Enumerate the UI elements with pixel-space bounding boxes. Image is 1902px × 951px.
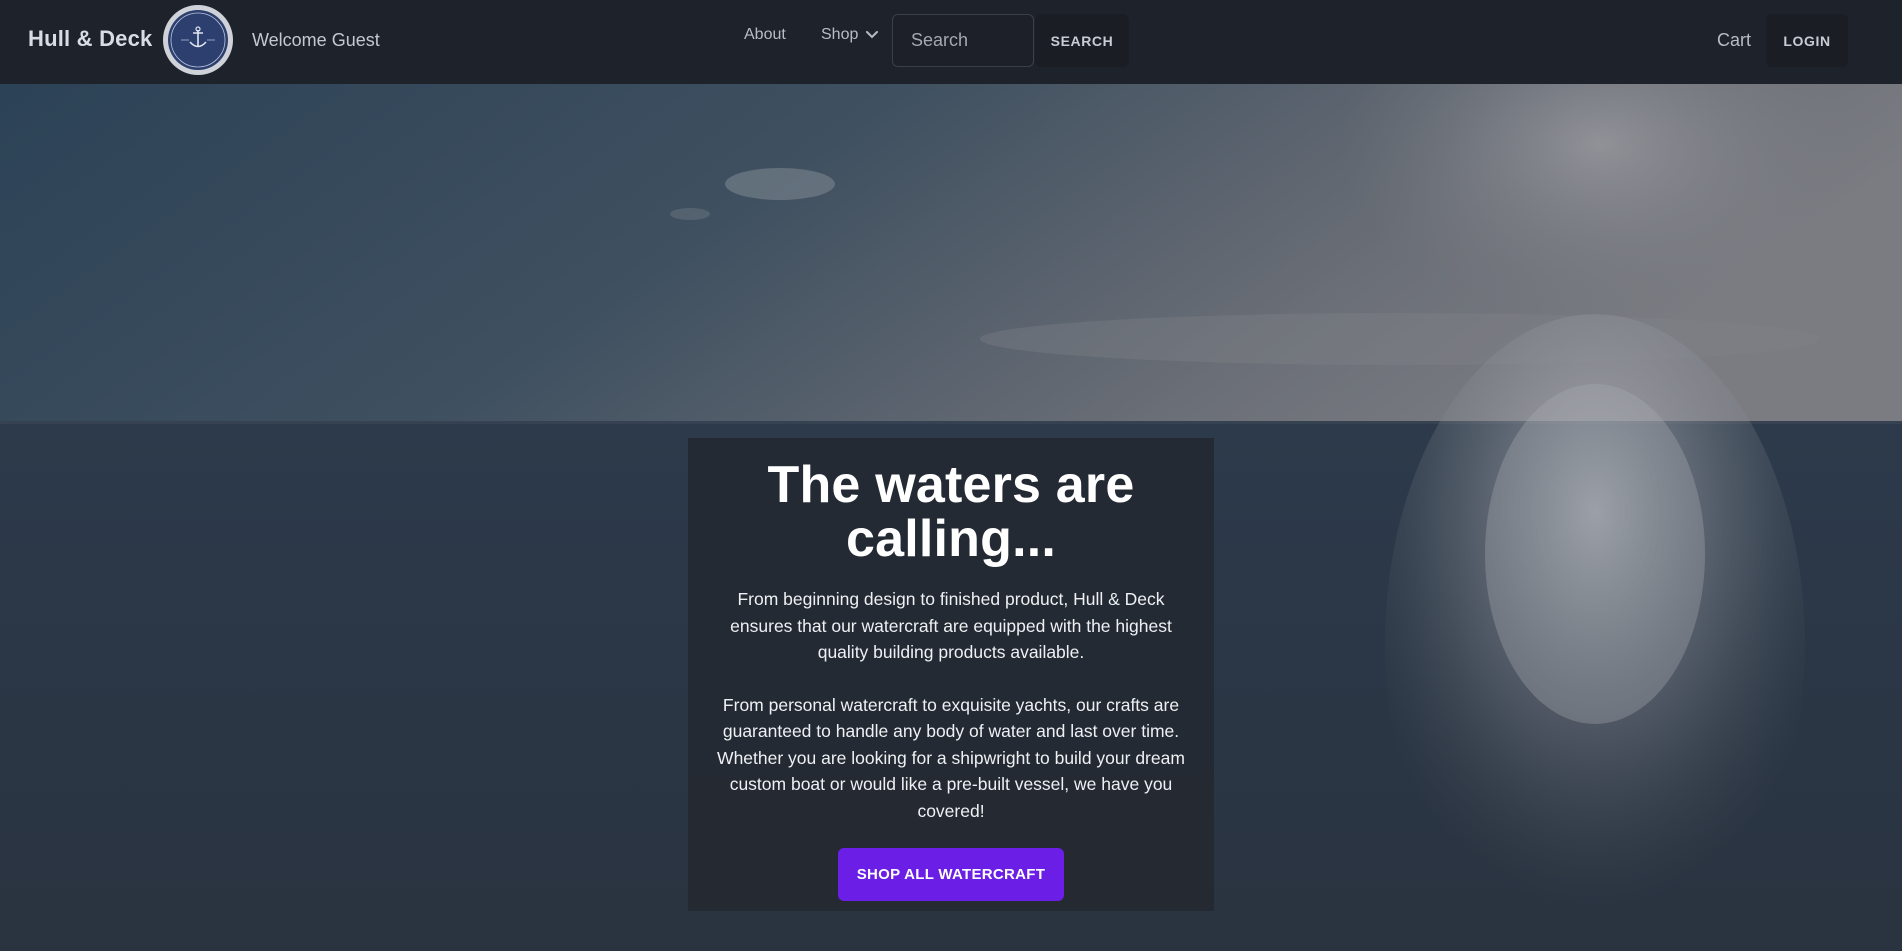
- nav-about-link[interactable]: About: [744, 26, 786, 44]
- search-button[interactable]: SEARCH: [1035, 14, 1129, 67]
- cart-link[interactable]: Cart: [1717, 30, 1751, 51]
- search-input[interactable]: [892, 14, 1034, 67]
- hero-paragraph-1: From beginning design to finished produc…: [730, 589, 1172, 662]
- hero-paragraph-2: From personal watercraft to exquisite ya…: [717, 694, 1185, 821]
- brand-logo[interactable]: [163, 5, 233, 75]
- nav-shop-dropdown[interactable]: Shop: [821, 26, 879, 44]
- brand-link[interactable]: Hull & Deck: [28, 26, 152, 52]
- navbar: Hull & Deck Welcome Guest About Shop SEA…: [0, 0, 1902, 84]
- hero-card: The waters are calling... From beginning…: [688, 438, 1214, 911]
- login-button[interactable]: LOGIN: [1766, 14, 1848, 67]
- chevron-down-icon: [866, 31, 879, 39]
- hero-title: The waters are calling...: [767, 456, 1135, 568]
- hero-section: The waters are calling... From beginning…: [0, 84, 1902, 951]
- anchor-logo-icon: [168, 10, 228, 70]
- welcome-text: Welcome Guest: [252, 30, 380, 50]
- shop-all-watercraft-button[interactable]: SHOP ALL WATERCRAFT: [837, 848, 1065, 901]
- nav-shop-label: Shop: [821, 26, 859, 43]
